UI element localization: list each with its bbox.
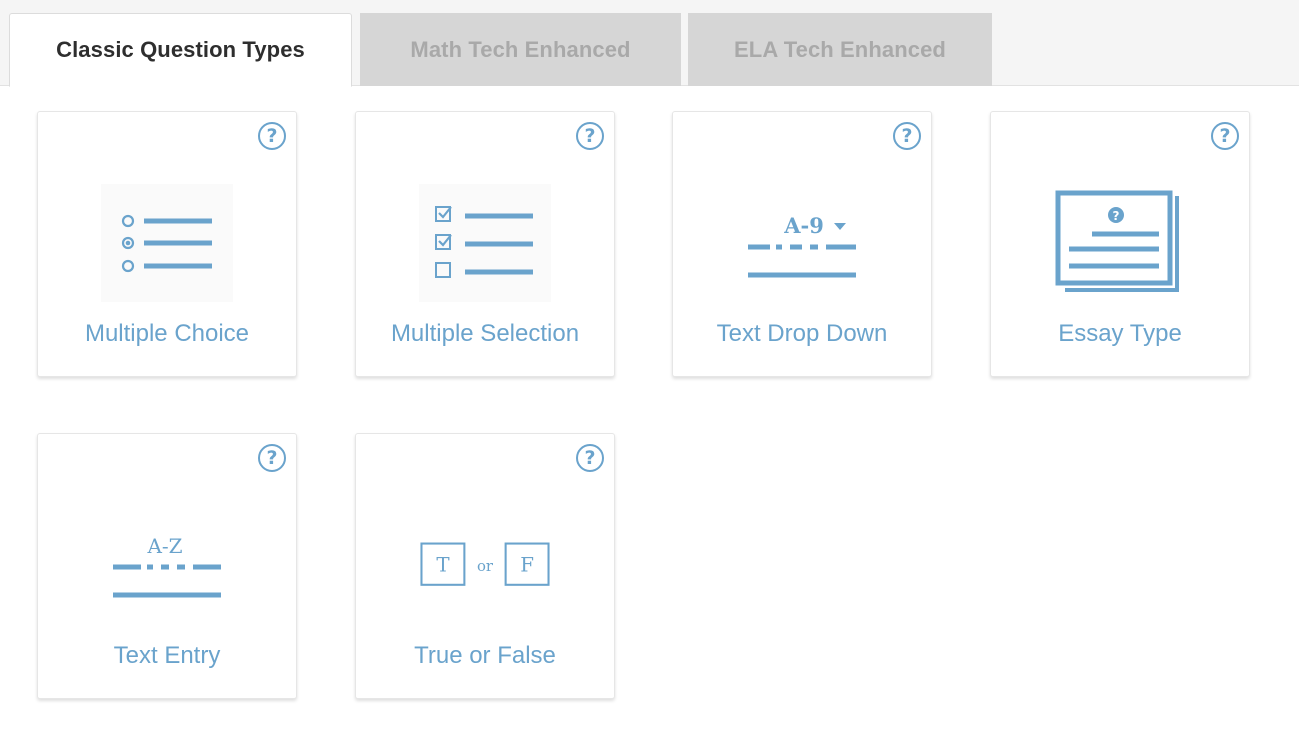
card-multiple-selection[interactable]: ? Multiple Selection bbox=[355, 111, 615, 377]
multiple-choice-icon bbox=[101, 184, 233, 302]
card-text-drop-down[interactable]: ? A-9 Text Drop Down bbox=[672, 111, 932, 377]
icon-text-or: or bbox=[477, 557, 494, 575]
help-icon[interactable]: ? bbox=[576, 122, 604, 150]
tab-classic-question-types[interactable]: Classic Question Types bbox=[9, 13, 352, 87]
card-true-or-false[interactable]: ? T or F True or False bbox=[355, 433, 615, 699]
icon-text-true: T bbox=[436, 554, 449, 577]
text-drop-down-icon: A-9 bbox=[736, 184, 868, 302]
text-entry-icon: A-Z bbox=[101, 506, 233, 624]
help-icon[interactable]: ? bbox=[576, 444, 604, 472]
icon-text: A-9 bbox=[783, 213, 824, 238]
help-icon[interactable]: ? bbox=[258, 444, 286, 472]
help-icon[interactable]: ? bbox=[1211, 122, 1239, 150]
tab-ela-tech-enhanced[interactable]: ELA Tech Enhanced bbox=[688, 13, 992, 86]
card-label: Multiple Selection bbox=[390, 320, 580, 347]
card-label: Text Entry bbox=[113, 642, 221, 669]
help-icon[interactable]: ? bbox=[258, 122, 286, 150]
card-text-entry[interactable]: ? A-Z Text Entry bbox=[37, 433, 297, 699]
svg-text:?: ? bbox=[1113, 209, 1120, 223]
multiple-selection-icon bbox=[419, 184, 551, 302]
essay-type-icon: ? bbox=[1054, 184, 1186, 302]
tab-bar: Classic Question Types Math Tech Enhance… bbox=[0, 0, 1299, 87]
card-label: Multiple Choice bbox=[84, 320, 250, 347]
card-multiple-choice[interactable]: ? Multiple Choice bbox=[37, 111, 297, 377]
card-essay-type[interactable]: ? ? Essay Type bbox=[990, 111, 1250, 377]
tab-math-tech-enhanced[interactable]: Math Tech Enhanced bbox=[360, 13, 681, 86]
true-or-false-icon: T or F bbox=[419, 506, 551, 624]
card-label: Essay Type bbox=[1058, 320, 1182, 347]
help-icon[interactable]: ? bbox=[893, 122, 921, 150]
card-label: Text Drop Down bbox=[716, 320, 888, 347]
icon-text: A-Z bbox=[146, 534, 182, 558]
question-type-picker: Classic Question Types Math Tech Enhance… bbox=[0, 0, 1299, 745]
icon-text-false: F bbox=[520, 554, 534, 577]
card-label: True or False bbox=[414, 642, 556, 669]
